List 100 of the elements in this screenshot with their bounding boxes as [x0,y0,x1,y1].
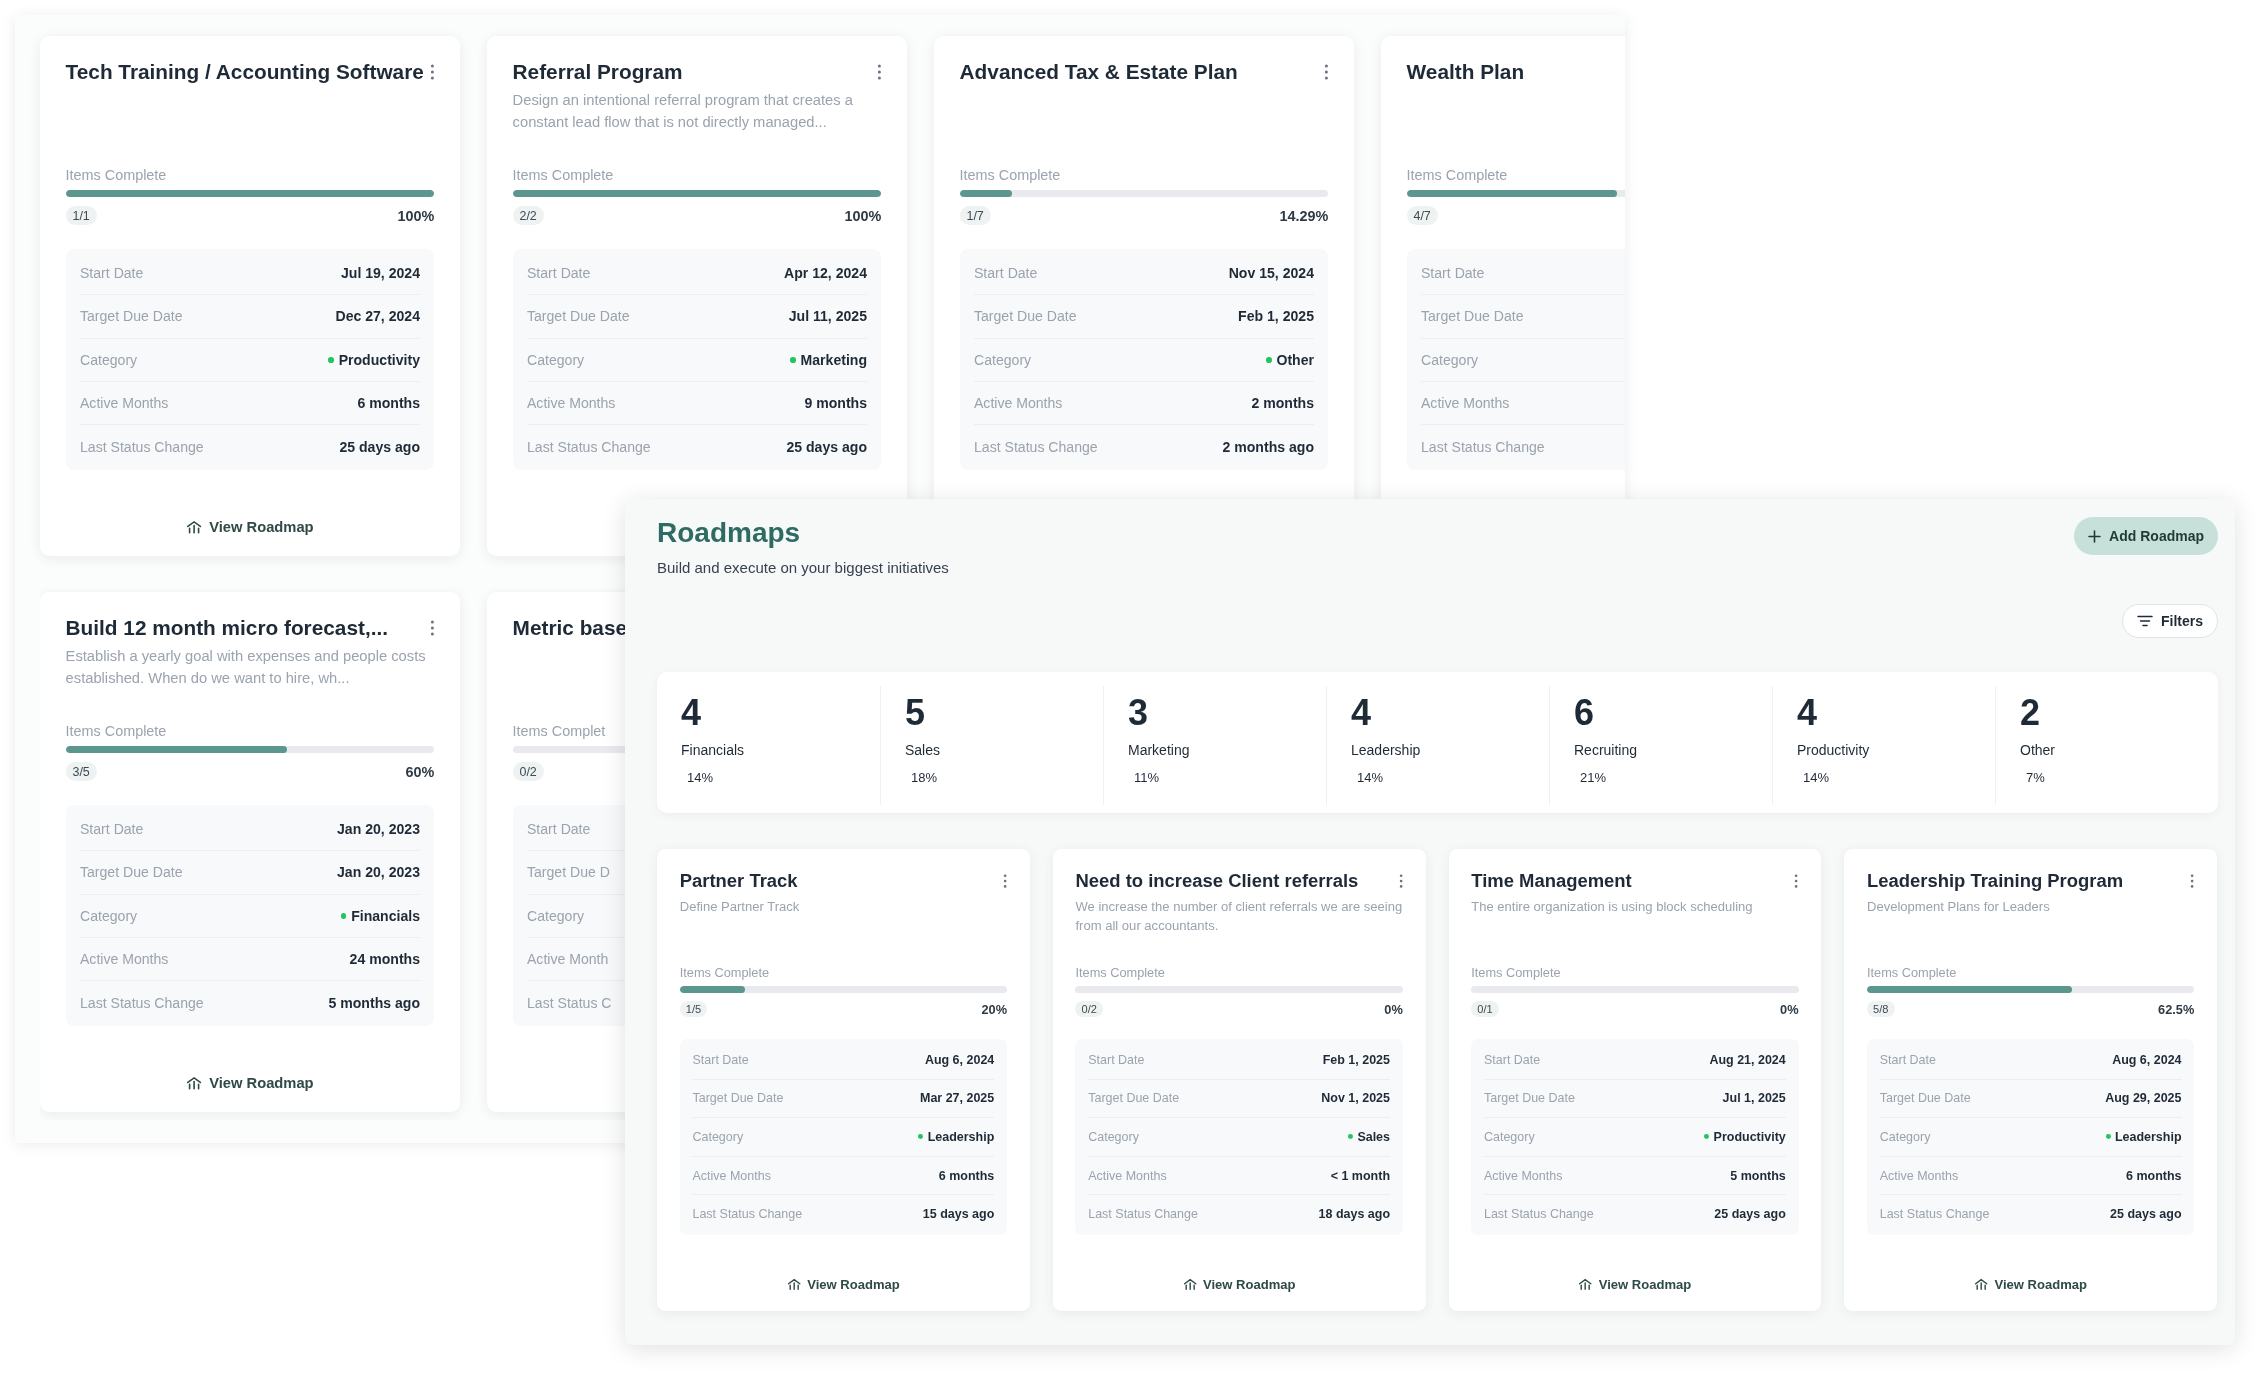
detail-value: 15 days ago [922,1207,995,1222]
more-options-icon[interactable] [1002,874,1008,889]
percent-text: 20% [981,1001,1008,1017]
percent-text: 0% [1384,1001,1403,1017]
arch-icon [1182,1278,1198,1292]
detail-label: Target Due Date [974,308,1077,325]
more-options-icon[interactable] [1794,874,1799,889]
view-roadmap-link[interactable]: View Roadmap [186,519,314,536]
filters-button[interactable]: Filters [2122,604,2218,638]
stat-label: Other [2020,742,2056,758]
stat-count: 4 [1797,692,1819,734]
status-dot [789,356,796,363]
filter-icon [2137,615,2153,627]
card-description: We increase the number of client referrals we are seeing from all our accountants. [1075,897,1403,936]
detail-value: 25 days ago [2110,1207,2182,1222]
detail-value: Nov 15, 2024 [1228,265,1314,281]
detail-value: 25 days ago [339,438,420,455]
detail-value: Feb 1, 2025 [1322,1052,1390,1067]
stat-count: 4 [681,692,703,734]
detail-value: Aug 6, 2024 [924,1052,995,1067]
detail-label: Active Months [80,395,169,412]
more-options-icon[interactable] [2190,874,2195,889]
detail-label: Active Months [692,1168,771,1183]
stat-count: 2 [2020,692,2042,734]
card-description: Define Partner Track [679,897,801,916]
stat-label: Financials [681,742,746,758]
detail-label: Last Status Change [692,1207,803,1222]
view-roadmap-link[interactable]: View Roadmap [1974,1277,2088,1293]
percent-text: 62.5% [2158,1001,2195,1017]
detail-value: 2 months ago [1222,438,1314,455]
detail-label: Category [527,907,585,924]
view-roadmap-link[interactable]: View Roadmap [186,1075,314,1092]
progress-label: Items Complete [1406,167,1509,184]
detail-label: Last Status Change [80,994,204,1011]
detail-label: Last Status Change [1879,1207,1990,1222]
progress-label: Items Complete [959,167,1062,184]
arch-icon [786,1278,802,1292]
detail-label: Category [692,1129,744,1144]
card-title: Leadership Training Program [1866,870,2124,893]
progress-label: Items Complet [512,723,607,740]
card-description: Development Plans for Leaders [1866,897,2051,916]
stat-percent: 14% [1357,770,1385,785]
more-options-icon[interactable] [429,620,435,636]
category-value: Marketing [800,351,867,368]
detail-label: Category [1484,1129,1535,1144]
stat-label: Productivity [1797,742,1871,758]
detail-label: Active Months [1484,1168,1563,1183]
percent-text: 14.29% [1279,207,1329,224]
detail-label: Start Date [527,265,591,281]
view-roadmap-link[interactable]: View Roadmap [1578,1277,1692,1293]
card-description: Establish a yearly goal with expenses and people costs established. When do we want to hire, wh... [65,647,427,689]
more-options-icon[interactable] [876,64,882,80]
stat-percent: 18% [911,770,939,785]
more-options-icon[interactable] [430,64,435,80]
stat-count: 4 [1351,692,1373,734]
detail-value: 18 days ago [1318,1207,1390,1222]
detail-value: Feb 1, 2025 [1238,308,1314,325]
count-badge: 5/8 [1866,1001,1895,1018]
card-title: Need to increase Client referrals [1075,870,1359,893]
status-dot [1704,1134,1710,1140]
detail-value: 6 months [2126,1168,2182,1183]
detail-value: 25 days ago [786,438,867,455]
detail-label: Active Month [527,951,609,968]
stat-count: 5 [905,692,927,734]
status-dot [1348,1134,1353,1140]
arch-icon [186,519,203,535]
progress-label: Items Complete [65,723,168,740]
progress-label: Items Complete [1075,965,1166,981]
percent-text: 60% [405,763,435,780]
add-roadmap-button[interactable]: Add Roadmap [2074,517,2218,555]
card-title: Wealth Plan [1406,60,1525,84]
status-dot [1265,356,1272,363]
detail-label: Start Date [1484,1052,1541,1067]
detail-label: Target Due Date [692,1091,784,1106]
detail-label: Active Months [1421,395,1510,412]
view-roadmap-link[interactable]: View Roadmap [1182,1277,1296,1293]
detail-value: Jul 19, 2024 [340,265,420,281]
card-description: Design an intentional referral program that creates a constant lead flow that is not directly managed... [512,91,854,133]
count-badge: 1/7 [959,206,991,226]
detail-value: Apr 12, 2024 [784,265,867,281]
count-badge: 4/7 [1406,206,1438,226]
view-roadmap-link[interactable]: View Roadmap [786,1277,900,1293]
more-options-icon[interactable] [1323,64,1329,80]
card-description: The entire organization is using block scheduling [1471,897,1754,916]
category-value: Leadership [927,1129,995,1144]
detail-label: Last Status Change [527,438,651,455]
detail-label: Category [80,907,138,924]
more-options-icon[interactable] [1398,874,1403,889]
detail-label: Last Status Change [1421,438,1545,455]
detail-label: Start Date [974,265,1038,281]
detail-label: Active Months [80,951,169,968]
detail-label: Start Date [1421,265,1485,281]
count-badge: 2/2 [512,206,544,226]
category-value: Financials [351,907,420,924]
card-title: Time Management [1471,870,1632,893]
detail-label: Last Status Change [974,438,1098,455]
detail-value: 6 months [938,1168,995,1183]
detail-label: Active Months [527,395,616,412]
detail-label: Start Date [527,821,591,837]
detail-value: 2 months [1251,395,1314,412]
